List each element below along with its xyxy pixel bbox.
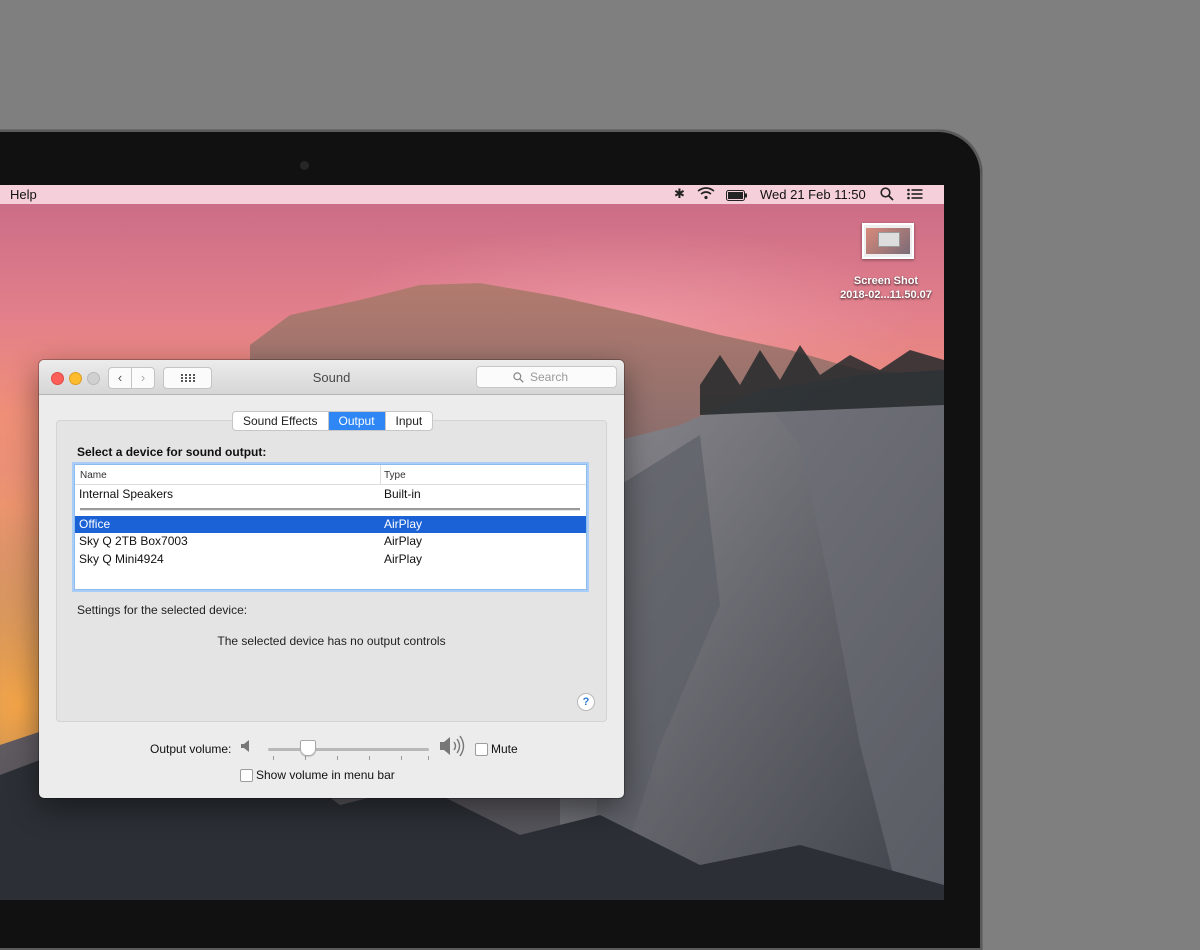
column-header-type[interactable]: Type xyxy=(384,470,406,481)
slider-tick xyxy=(337,756,338,760)
tab-bar: Sound Effects Output Input xyxy=(232,411,434,431)
show-volume-label: Show volume in menu bar xyxy=(256,768,395,782)
sound-preferences-window: ‹ › Sound Search Sound Effects Output In… xyxy=(39,360,624,798)
select-device-label: Select a device for sound output: xyxy=(77,445,267,459)
slider-tick xyxy=(401,756,402,760)
screenshot-file-icon[interactable] xyxy=(862,223,914,259)
bluetooth-icon[interactable]: ✱ xyxy=(674,186,685,202)
search-icon xyxy=(513,367,524,389)
device-name: Office xyxy=(79,517,111,531)
device-type: AirPlay xyxy=(384,552,423,566)
search-placeholder: Search xyxy=(530,370,569,384)
settings-label: Settings for the selected device: xyxy=(77,603,248,617)
title-bar[interactable]: ‹ › Sound Search xyxy=(39,360,624,395)
speaker-high-icon xyxy=(439,735,469,760)
table-row[interactable]: Internal Speakers Built-in xyxy=(75,486,586,503)
camera-icon xyxy=(300,161,309,170)
device-name: Internal Speakers xyxy=(79,487,174,501)
table-row[interactable]: Sky Q 2TB Box7003 AirPlay xyxy=(75,533,586,550)
screenshot-file-label[interactable]: Screen Shot 2018-02...11.50.07 xyxy=(826,274,944,302)
tab-output[interactable]: Output xyxy=(328,412,386,430)
speaker-low-icon xyxy=(240,739,252,756)
show-volume-checkbox[interactable] xyxy=(240,769,253,782)
search-field[interactable]: Search xyxy=(476,366,617,388)
no-controls-message: The selected device has no output contro… xyxy=(217,634,446,648)
column-header-name[interactable]: Name xyxy=(80,470,107,481)
device-type: AirPlay xyxy=(384,517,423,531)
output-volume-label: Output volume: xyxy=(150,742,232,756)
notification-center-icon[interactable] xyxy=(907,188,923,203)
wifi-icon[interactable] xyxy=(697,187,715,203)
mute-label: Mute xyxy=(491,742,518,756)
mute-checkbox[interactable] xyxy=(475,743,488,756)
help-button[interactable]: ? xyxy=(577,693,595,711)
device-name: Sky Q 2TB Box7003 xyxy=(79,534,188,548)
file-name-line1: Screen Shot xyxy=(853,275,919,287)
device-type: Built-in xyxy=(384,487,421,501)
spotlight-icon[interactable] xyxy=(880,187,894,204)
tab-input[interactable]: Input xyxy=(386,412,433,430)
table-row-selected[interactable]: Office AirPlay xyxy=(75,516,586,533)
file-name-line2: 2018-02...11.50.07 xyxy=(840,289,932,301)
slider-tick xyxy=(369,756,370,760)
slider-tick xyxy=(305,756,306,760)
volume-slider-knob[interactable] xyxy=(300,740,317,756)
slider-tick xyxy=(428,756,429,760)
device-name: Sky Q Mini4924 xyxy=(79,552,164,566)
column-separator[interactable] xyxy=(380,465,381,484)
thumbnail-window xyxy=(878,232,900,247)
menu-clock[interactable]: Wed 21 Feb 11:50 xyxy=(760,187,866,202)
device-type: AirPlay xyxy=(384,534,423,548)
row-divider xyxy=(80,508,580,511)
battery-icon[interactable] xyxy=(726,189,748,204)
output-volume-slider[interactable] xyxy=(268,748,429,751)
slider-tick xyxy=(273,756,274,760)
menu-help[interactable]: Help xyxy=(10,187,37,202)
table-row[interactable]: Sky Q Mini4924 AirPlay xyxy=(75,551,586,568)
tab-sound-effects[interactable]: Sound Effects xyxy=(233,412,329,430)
menu-bar: Help ✱ Wed 21 Feb 11:50 xyxy=(0,185,944,204)
table-header: Name Type xyxy=(75,465,586,485)
output-device-table[interactable]: Name Type Internal Speakers Built-in Off… xyxy=(74,464,587,590)
